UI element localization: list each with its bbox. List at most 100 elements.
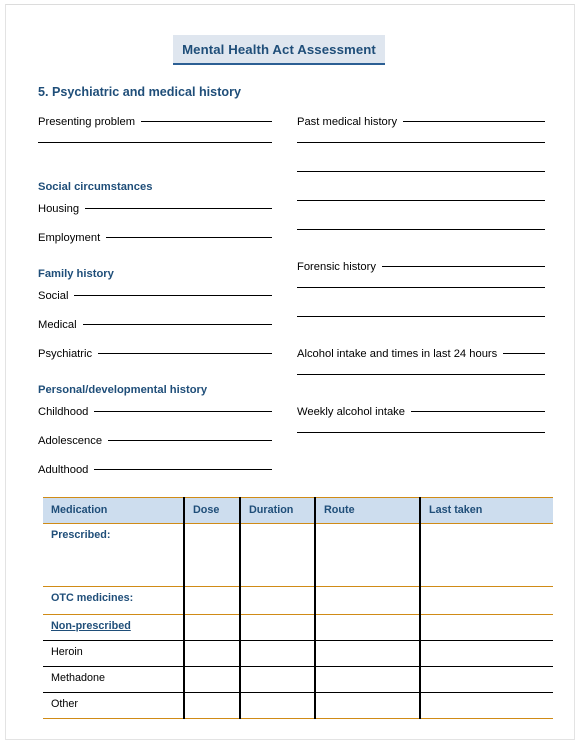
table-entry-value bbox=[316, 615, 419, 620]
table-entry-cell[interactable] bbox=[240, 614, 316, 641]
table-entry-cell[interactable] bbox=[420, 614, 553, 641]
left-field-label: Employment bbox=[38, 232, 101, 244]
table-row-label: Other bbox=[51, 698, 79, 710]
table-entry-cell[interactable] bbox=[420, 692, 553, 719]
table-entry-value bbox=[421, 524, 553, 529]
right-field[interactable]: Weekly alcohol intake bbox=[297, 406, 545, 435]
table-row-label-cell[interactable]: Heroin bbox=[43, 640, 185, 667]
table-column-header: Duration bbox=[240, 497, 316, 524]
left-field[interactable]: Adulthood bbox=[38, 464, 272, 493]
table-entry-cell[interactable] bbox=[184, 666, 241, 693]
left-field[interactable]: Medical bbox=[38, 319, 272, 348]
table-row-label-cell[interactable]: Methadone bbox=[43, 666, 185, 693]
left-subheading: Personal/developmental history bbox=[38, 384, 208, 396]
medication-table-body: Prescribed: OTC medicines: Non-prescribed H… bbox=[43, 523, 553, 719]
table-entry-cell[interactable] bbox=[315, 614, 421, 641]
table-row-label-cell[interactable]: Prescribed: bbox=[43, 523, 185, 587]
write-in-rule[interactable] bbox=[503, 353, 545, 354]
table-column-header-label: Last taken bbox=[429, 504, 483, 516]
left-field[interactable]: Psychiatric bbox=[38, 348, 272, 377]
write-in-rule[interactable] bbox=[98, 353, 272, 354]
write-in-rule[interactable] bbox=[297, 200, 545, 201]
write-in-rule[interactable] bbox=[297, 432, 545, 433]
right-blank-line[interactable] bbox=[297, 142, 545, 174]
write-in-rule[interactable] bbox=[38, 142, 272, 143]
table-entry-cell[interactable] bbox=[315, 523, 421, 587]
table-entry-cell[interactable] bbox=[315, 692, 421, 719]
table-entry-cell[interactable] bbox=[315, 640, 421, 667]
right-blank-line[interactable] bbox=[297, 432, 545, 464]
right-field-label: Past medical history bbox=[297, 116, 398, 128]
right-blank-line[interactable] bbox=[297, 287, 545, 319]
write-in-rule[interactable] bbox=[297, 374, 545, 375]
table-entry-cell[interactable] bbox=[184, 586, 241, 615]
right-blank-line[interactable] bbox=[297, 200, 545, 232]
table-entry-cell[interactable] bbox=[420, 666, 553, 693]
write-in-rule[interactable] bbox=[108, 440, 272, 441]
right-blank-line[interactable] bbox=[297, 171, 545, 203]
write-in-rule[interactable] bbox=[411, 411, 545, 412]
table-entry-cell[interactable] bbox=[184, 614, 241, 641]
left-field[interactable]: Social bbox=[38, 290, 272, 319]
table-entry-value bbox=[316, 667, 419, 672]
table-entry-value bbox=[185, 587, 239, 592]
table-entry-cell[interactable] bbox=[240, 586, 316, 615]
right-blank-line[interactable] bbox=[297, 229, 545, 261]
table-column-header: Route bbox=[315, 497, 421, 524]
write-in-rule[interactable] bbox=[141, 121, 272, 122]
medication-table: Medication Dose Duration Route Last taken Pr… bbox=[43, 497, 553, 719]
table-entry-cell[interactable] bbox=[240, 692, 316, 719]
right-field[interactable]: Forensic history bbox=[297, 261, 545, 290]
table-entry-value bbox=[241, 641, 314, 646]
section-heading: 5. Psychiatric and medical history bbox=[38, 85, 241, 99]
left-field[interactable]: Presenting problem bbox=[38, 116, 272, 145]
write-in-rule[interactable] bbox=[297, 229, 545, 230]
table-entry-value bbox=[241, 615, 314, 620]
table-entry-cell[interactable] bbox=[184, 692, 241, 719]
table-entry-cell[interactable] bbox=[420, 640, 553, 667]
table-entry-cell[interactable] bbox=[240, 666, 316, 693]
write-in-rule[interactable] bbox=[82, 324, 272, 325]
table-entry-cell[interactable] bbox=[240, 523, 316, 587]
right-field[interactable]: Alcohol intake and times in last 24 hour… bbox=[297, 348, 545, 377]
table-entry-cell[interactable] bbox=[315, 666, 421, 693]
table-entry-cell[interactable] bbox=[184, 640, 241, 667]
write-in-rule[interactable] bbox=[297, 171, 545, 172]
table-entry-value bbox=[421, 693, 553, 698]
left-field-label: Childhood bbox=[38, 406, 89, 418]
left-blank-line[interactable] bbox=[38, 142, 272, 174]
table-entry-value bbox=[316, 693, 419, 698]
left-field[interactable]: Adolescence bbox=[38, 435, 272, 464]
write-in-rule[interactable] bbox=[297, 287, 545, 288]
right-field[interactable]: Past medical history bbox=[297, 116, 545, 145]
write-in-rule[interactable] bbox=[297, 316, 545, 317]
write-in-rule[interactable] bbox=[85, 208, 272, 209]
right-blank-line[interactable] bbox=[297, 374, 545, 406]
right-blank-line[interactable] bbox=[297, 316, 545, 348]
table-entry-value bbox=[421, 615, 553, 620]
write-in-rule[interactable] bbox=[94, 469, 272, 470]
form-page: Mental Health Act Assessment 5. Psychiat… bbox=[0, 0, 580, 745]
table-entry-cell[interactable] bbox=[184, 523, 241, 587]
write-in-rule[interactable] bbox=[74, 295, 272, 296]
write-in-rule[interactable] bbox=[106, 237, 272, 238]
table-entry-cell[interactable] bbox=[420, 523, 553, 587]
left-field[interactable]: Housing bbox=[38, 203, 272, 232]
write-in-rule[interactable] bbox=[94, 411, 272, 412]
table-row-label-cell[interactable]: Non-prescribed bbox=[43, 614, 185, 641]
left-field-label: Adolescence bbox=[38, 435, 103, 447]
table-entry-cell[interactable] bbox=[315, 586, 421, 615]
table-column-header: Dose bbox=[184, 497, 241, 524]
write-in-rule[interactable] bbox=[381, 266, 545, 267]
table-entry-value bbox=[421, 641, 553, 646]
table-row: Other bbox=[43, 692, 553, 719]
write-in-rule[interactable] bbox=[297, 142, 545, 143]
table-row-label-cell[interactable]: OTC medicines: bbox=[43, 586, 185, 615]
table-row-label-cell[interactable]: Other bbox=[43, 692, 185, 719]
left-field[interactable]: Childhood bbox=[38, 406, 272, 435]
table-entry-value bbox=[185, 667, 239, 672]
table-entry-cell[interactable] bbox=[420, 586, 553, 615]
left-field[interactable]: Employment bbox=[38, 232, 272, 261]
table-entry-cell[interactable] bbox=[240, 640, 316, 667]
write-in-rule[interactable] bbox=[403, 121, 545, 122]
